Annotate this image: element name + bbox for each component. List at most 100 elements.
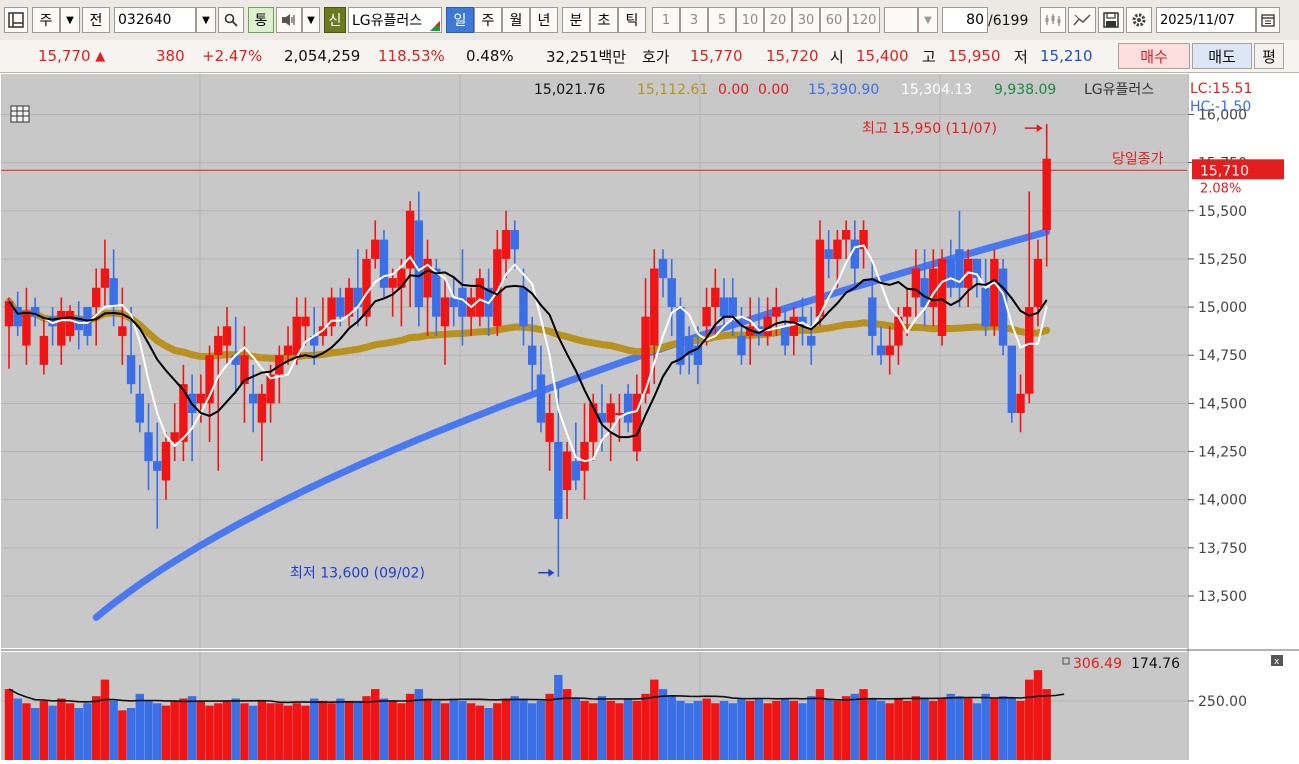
candle-body [501,230,511,259]
candle-body [388,278,397,288]
stock-name-field[interactable]: LG유플러스 [348,7,442,33]
legend-value-4: 0.00 [758,82,789,98]
volume-bar [22,703,31,760]
tab-year[interactable]: 년 [530,7,558,33]
interval-3[interactable]: 3 [680,7,708,33]
market-select[interactable]: 주 [32,7,60,33]
volume-bar [153,703,162,760]
table-icon[interactable] [10,105,30,123]
maximize-icon[interactable]: x [1271,655,1283,667]
volume-bar [362,696,371,760]
interval-60[interactable]: 60 [820,7,848,33]
buy-button[interactable]: 매수 [1118,43,1190,69]
gear-icon[interactable] [1126,7,1152,33]
volume-bar [746,700,755,760]
candlestick-chart[interactable]: 16,00015,75015,50015,25015,00014,75014,5… [0,74,1299,760]
chart-settings-icon[interactable] [1040,7,1066,33]
volume-bar [737,698,746,760]
sell-button[interactable]: 매도 [1192,43,1252,69]
high-annotation: 최고 15,950 (11/07) [862,121,997,137]
candle-body [946,258,955,288]
interval-120[interactable]: 120 [848,7,880,33]
prev-button[interactable]: 전 [82,7,110,33]
candle-body [562,451,572,491]
volume-bar [440,703,450,760]
volume-bar [449,698,458,760]
search-icon[interactable] [218,7,244,33]
custom-interval-input[interactable] [884,7,918,33]
volume-bar [65,703,75,760]
code-dropdown-icon[interactable]: ▼ [196,7,216,33]
volume-bar [554,674,563,760]
volume-bar [292,703,301,760]
candle-body [336,297,345,317]
volume-bar [946,693,955,760]
volume-bar [135,693,144,760]
calendar-icon[interactable] [1256,7,1280,33]
low-price: 15,210 [1040,47,1093,65]
candle-body [510,230,519,250]
market-dropdown-icon[interactable]: ▼ [60,7,80,33]
tab-month[interactable]: 월 [502,7,530,33]
close-price-value: 15,710 [1200,163,1249,179]
interval-1[interactable]: 1 [652,7,680,33]
tab-second[interactable]: 초 [590,7,618,33]
tab-tick[interactable]: 틱 [618,7,646,33]
speaker-icon[interactable] [276,7,302,33]
volume-bar [711,703,720,760]
candle-body [414,220,424,308]
custom-interval-dropdown-icon[interactable]: ▼ [918,7,938,33]
tab-week[interactable]: 주 [474,7,502,33]
volume-bar [4,689,14,760]
candle-body [719,297,729,317]
volume-bar [571,698,580,760]
volume-bar [275,703,284,760]
tong-button[interactable]: 통 [248,7,274,33]
volume-bar [1016,700,1025,760]
volume-bar [1042,689,1051,760]
interval-10[interactable]: 10 [736,7,764,33]
vol-legend-a: 306.49 [1073,656,1122,672]
interval-5[interactable]: 5 [708,7,736,33]
candle-body [545,413,554,442]
trend-tool-icon[interactable] [1068,7,1096,33]
tab-day[interactable]: 일 [446,7,474,33]
volume-bar [92,696,101,760]
average-button[interactable]: 평 [1254,43,1284,69]
interval-30[interactable]: 30 [792,7,820,33]
volume-bar [920,698,929,760]
volume-bar [344,700,354,760]
interval-20[interactable]: 20 [764,7,792,33]
candle-body [650,268,659,346]
candle-body [876,345,886,356]
candle-body [161,441,171,481]
y-axis-label: 14,250 [1198,445,1247,461]
legend-value-3: 0.00 [718,82,749,98]
candle-body [1025,307,1034,394]
tab-minute[interactable]: 분 [562,7,590,33]
date-input[interactable]: 2025/11/07 [1156,7,1256,33]
volume-bar [728,703,737,760]
legend-hc: HC:-1.50 [1190,99,1251,115]
volume-bar [196,700,206,760]
candle-body [196,393,206,404]
candle-body [65,310,75,336]
candle-body [885,345,894,356]
speaker-dropdown-icon[interactable]: ▼ [302,7,320,33]
y-axis-label: 13,500 [1198,589,1247,605]
volume-bar [458,700,467,760]
save-icon[interactable] [1098,7,1124,33]
candle-body [248,393,258,404]
stock-name: LG유플러스 [352,13,423,29]
stock-code-input[interactable]: 032640 [114,7,196,33]
volume-bar [493,703,502,760]
volume-bar [501,698,511,760]
price-chart-panel[interactable]: 16,00015,75015,50015,25015,00014,75014,5… [0,74,1299,760]
count-input[interactable]: 80 [942,7,988,33]
volume-bar [466,703,476,760]
volume-bar [798,703,807,760]
candle-body [57,310,66,346]
volume-bar [170,700,179,760]
layout-icon[interactable] [4,7,28,33]
y-axis-label: 15,500 [1198,204,1247,220]
